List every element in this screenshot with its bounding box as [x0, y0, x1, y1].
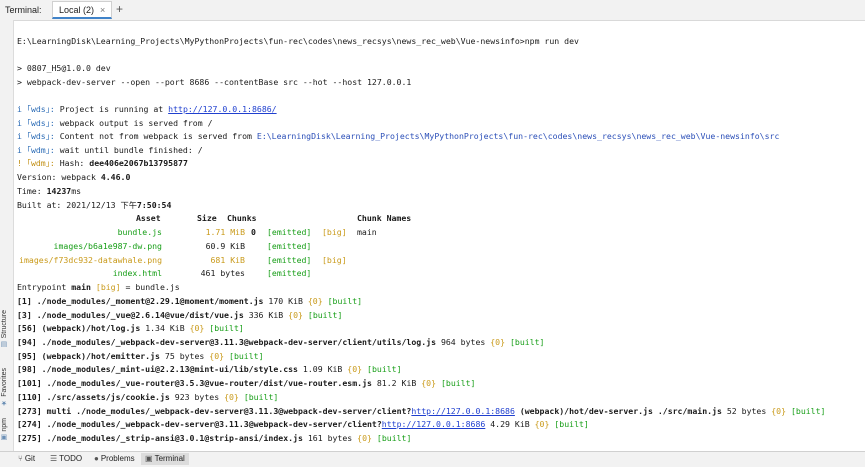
command-line: E:\LearningDisk\Learning_Projects\MyPyth… [17, 36, 579, 46]
asset-status: [emitted] [267, 255, 312, 265]
star-icon: ★ [1, 398, 8, 407]
col-size: Size [197, 213, 217, 223]
module-line: [110] ./src/assets/js/cookie.js 923 byte… [17, 392, 279, 402]
npm-icon: ▣ [1, 433, 8, 442]
bottom-tool-bar: ⑂ Git ☰ TODO ● Problems ▣ Terminal [0, 451, 865, 467]
dev-server-url-link[interactable]: http://127.0.0.1:8686 [411, 406, 515, 416]
asset-chunk: 0 [251, 227, 256, 237]
wds-output-line: i ｢wds｣: webpack output is served from / [17, 118, 213, 128]
terminal-tool-button[interactable]: ▣ Terminal [141, 453, 189, 465]
problems-tool-button[interactable]: ● Problems [94, 454, 135, 463]
asset-flag: [big] [322, 255, 347, 265]
dev-server-url-link[interactable]: http://127.0.0.1:8686 [382, 419, 486, 429]
col-asset: Asset [136, 213, 161, 223]
module-line: [56] (webpack)/hot/log.js 1.34 KiB {0} [… [17, 323, 244, 333]
left-tool-strip: ▤ Structure ★ Favorites ▣ npm [0, 20, 14, 451]
module-line: [94] ./node_modules/_webpack-dev-server@… [17, 337, 545, 347]
terminal-tab-bar: Terminal: Local (2) × + [0, 0, 865, 21]
list-icon: ☰ [50, 454, 58, 463]
asset-status: [emitted] [267, 227, 312, 237]
module-line: [3] ./node_modules/_vue@2.6.14@vue/dist/… [17, 310, 343, 320]
npm-script-name: > 0807_H5@1.0.0 dev [17, 63, 111, 73]
asset-status: [emitted] [267, 241, 312, 251]
module-line: [95] (webpack)/hot/emitter.js 75 bytes {… [17, 351, 264, 361]
asset-size: 60.9 KiB [205, 241, 245, 251]
built-at-line: Built at: 2021/12/13 下午7:50:54 [17, 200, 172, 210]
wdm-wait-line: i ｢wdm｣: wait until bundle finished: / [17, 145, 203, 155]
module-line: [1] ./node_modules/_moment@2.29.1@moment… [17, 296, 363, 306]
content-path-link[interactable]: E:\LearningDisk\Learning_Projects\MyPyth… [257, 131, 780, 141]
module-line: [98] ./node_modules/_mint-ui@2.2.13@mint… [17, 364, 402, 374]
wds-content-line: i ｢wds｣: Content not from webpack is ser… [17, 131, 780, 141]
structure-tool-button[interactable]: ▤ Structure [1, 310, 9, 348]
asset-size: 1.71 MiB [205, 227, 245, 237]
time-line: Time: 14237ms [17, 186, 82, 196]
terminal-output[interactable]: E:\LearningDisk\Learning_Projects\MyPyth… [17, 20, 862, 451]
tab-local-2[interactable]: Local (2) × [52, 1, 113, 19]
wdm-hash-line: ! ｢wdm｣: Hash: dee406e2067b13795877 [17, 158, 188, 168]
wds-running-line: i ｢wds｣: Project is running at http://12… [17, 104, 277, 114]
entrypoint-line: Entrypoint main [big] = bundle.js [17, 282, 180, 292]
close-icon[interactable]: × [100, 5, 105, 15]
info-icon: ● [94, 454, 99, 463]
todo-tool-button[interactable]: ☰ TODO [50, 454, 82, 463]
asset-size: 681 KiB [210, 255, 245, 265]
module-line: [273] multi ./node_modules/_webpack-dev-… [17, 406, 826, 416]
npm-script-command: > webpack-dev-server --open --port 8686 … [17, 77, 412, 87]
terminal-label: Terminal: [5, 5, 42, 15]
git-branch-icon: ⑂ [18, 454, 23, 463]
npm-tool-button[interactable]: ▣ npm [1, 418, 9, 442]
asset-status: [emitted] [267, 268, 312, 278]
module-line: [274] ./node_modules/_webpack-dev-server… [17, 419, 589, 429]
favorites-tool-button[interactable]: ★ Favorites [1, 368, 9, 407]
asset-chunk-name: main [357, 227, 377, 237]
asset-flag: [big] [322, 227, 347, 237]
structure-icon: ▤ [1, 340, 8, 349]
module-line: [275] ./node_modules/_strip-ansi@3.0.1@s… [17, 433, 412, 443]
module-line: [101] ./node_modules/_vue-router@3.5.3@v… [17, 378, 476, 388]
add-tab-icon[interactable]: + [116, 2, 123, 16]
tab-label: Local (2) [59, 5, 95, 15]
terminal-icon: ▣ [145, 454, 153, 463]
version-line: Version: webpack 4.46.0 [17, 172, 131, 182]
asset-size: 461 bytes [200, 268, 245, 278]
col-chunk-names: Chunk Names [357, 213, 412, 223]
col-chunks: Chunks [227, 213, 257, 223]
project-url-link[interactable]: http://127.0.0.1:8686/ [168, 104, 276, 114]
git-tool-button[interactable]: ⑂ Git [18, 454, 35, 463]
